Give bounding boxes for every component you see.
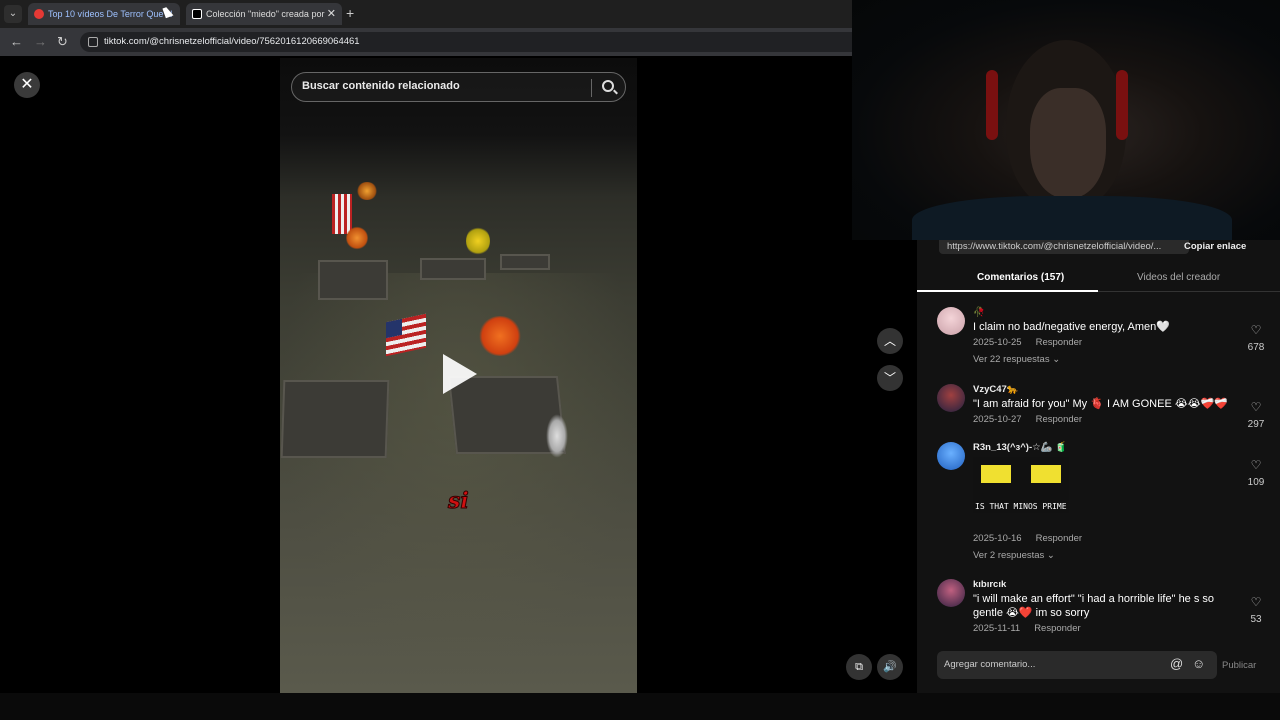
heart-icon[interactable]: ♡ [1241,458,1271,472]
comment-placeholder: Agregar comentario... [944,659,1036,670]
search-icon[interactable] [602,80,614,92]
comment-date: 2025-11-11 [973,623,1021,634]
avatar[interactable] [937,442,965,470]
flowers-image [466,226,490,256]
close-button[interactable]: ✕ [14,72,40,98]
comment-date: 2025-10-16 [973,533,1022,544]
grave-plaque [500,254,550,270]
url-text: tiktok.com/@chrisnetzelofficial/video/75… [104,36,360,47]
search-divider [591,79,592,97]
bottom-bar [0,693,1280,720]
grave-plaque [280,380,390,458]
angel-statue-image [546,414,568,458]
tab-label: Top 10 vídeos De Terror Que N [48,9,173,19]
headphone-right [1116,70,1128,140]
reply-button[interactable]: Responder [1036,337,1082,348]
url-field[interactable]: tiktok.com/@chrisnetzelofficial/video/75… [80,32,852,52]
avatar[interactable] [937,384,965,412]
comment-date: 2025-10-25 [973,337,1022,348]
comment-date: 2025-10-27 [973,414,1022,425]
comment-username[interactable]: R3n_13(^з^)-☆🦾 🧃 [973,442,1223,455]
pip-icon: ⧉ [855,661,863,673]
at-icon[interactable]: @ [1170,656,1183,671]
play-icon[interactable] [443,354,477,394]
comments-panel: https://www.tiktok.com/@chrisnetzeloffic… [917,240,1280,693]
comment-text: "i will make an effort" "i had a horribl… [973,593,1215,619]
flowers-image [346,226,368,250]
forward-icon[interactable]: → [34,34,47,49]
view-replies-button[interactable]: Ver 2 respuestas ⌄ [973,550,1223,561]
tab-search-icon[interactable]: ⌄ [4,5,22,23]
grave-plaque [420,258,486,280]
avatar[interactable] [937,579,965,607]
grass-background [280,273,637,693]
close-icon: ✕ [20,76,34,93]
reply-button[interactable]: Responder [1036,533,1082,544]
next-video-button[interactable]: ﹀ [877,365,903,391]
heart-icon[interactable]: ♡ [1241,595,1271,609]
comment-text: "I am afraid for you" My 🫀 I AM GONEE 😭😭… [973,398,1228,410]
flowers-image [478,316,522,356]
reply-button[interactable]: Responder [1036,414,1082,425]
like-count: 53 [1250,614,1262,625]
chevron-down-icon: ﹀ [883,371,896,385]
related-search-input[interactable]: Buscar contenido relacionado [291,72,626,102]
like-count: 678 [1247,342,1265,353]
person-shirt [912,196,1232,240]
reply-button[interactable]: Responder [1034,623,1080,634]
browser-tab-bar: ⌄ Top 10 vídeos De Terror Que N Colecció… [0,0,852,28]
active-tab-indicator [917,290,1098,292]
tab-tiktok[interactable]: Colección "miedo" creada por ✕ [186,3,342,25]
heart-icon[interactable]: ♡ [1241,323,1271,337]
tab-label: Colección "miedo" creada por [206,9,325,19]
volume-button[interactable]: 🔊 [877,654,903,680]
new-tab-icon[interactable]: + [346,5,354,21]
headphone-left [986,70,998,140]
view-replies-button[interactable]: Ver 22 respuestas ⌄ [973,354,1223,365]
comment-username[interactable]: 🥀 [973,307,1223,320]
comment-username[interactable]: VzyC47🐆 [973,384,1233,397]
grave-plaque [318,260,388,300]
copy-link-button[interactable]: Copiar enlace [1184,240,1246,254]
like-count: 109 [1247,477,1265,488]
meme-image[interactable]: IS THAT MINOS PRIME [973,457,1069,513]
reload-icon[interactable]: ↻ [57,34,68,50]
webcam-overlay [852,0,1280,240]
address-bar: ← → ↻ tiktok.com/@chrisnetzelofficial/vi… [0,28,852,56]
volume-icon: 🔊 [883,661,897,673]
red-squiggle-icon: si [447,488,470,513]
avatar[interactable] [937,307,965,335]
tab-creator-videos[interactable]: Videos del creador [1137,272,1220,283]
person-face [1030,88,1106,198]
back-icon[interactable]: ← [10,34,23,49]
emoji-icon[interactable]: ☺ [1192,656,1205,671]
youtube-favicon-icon [34,9,44,19]
publish-button[interactable]: Publicar [1222,660,1256,671]
comment-username[interactable]: kıbırcık [973,579,1223,592]
meme-wing-left [981,465,1011,483]
flowers-image [356,182,378,200]
tab-youtube[interactable]: Top 10 vídeos De Terror Que N [28,3,180,25]
chevron-up-icon: ︿ [883,334,896,348]
squiggle-text: si [447,488,469,512]
comment-text: I claim no bad/negative energy, Amen🤍 [973,321,1170,333]
previous-video-button[interactable]: ︿ [877,328,903,354]
pip-button[interactable]: ⧉ [846,654,872,680]
tiktok-favicon-icon [192,9,202,19]
panel-tabs: Comentarios (157) Videos del creador [917,266,1280,292]
tab-close-icon[interactable]: ✕ [327,3,336,25]
like-count: 297 [1247,419,1265,430]
video-player[interactable]: si [280,58,637,693]
tab-comments[interactable]: Comentarios (157) [977,272,1064,283]
site-info-icon[interactable] [88,37,98,47]
heart-icon[interactable]: ♡ [1241,400,1271,414]
search-placeholder: Buscar contenido relacionado [302,80,460,92]
share-link-field[interactable]: https://www.tiktok.com/@chrisnetzeloffic… [939,240,1189,254]
comment-input[interactable]: Agregar comentario... @ ☺ [937,651,1217,679]
meme-wing-right [1031,465,1061,483]
meme-caption: IS THAT MINOS PRIME [975,502,1067,511]
